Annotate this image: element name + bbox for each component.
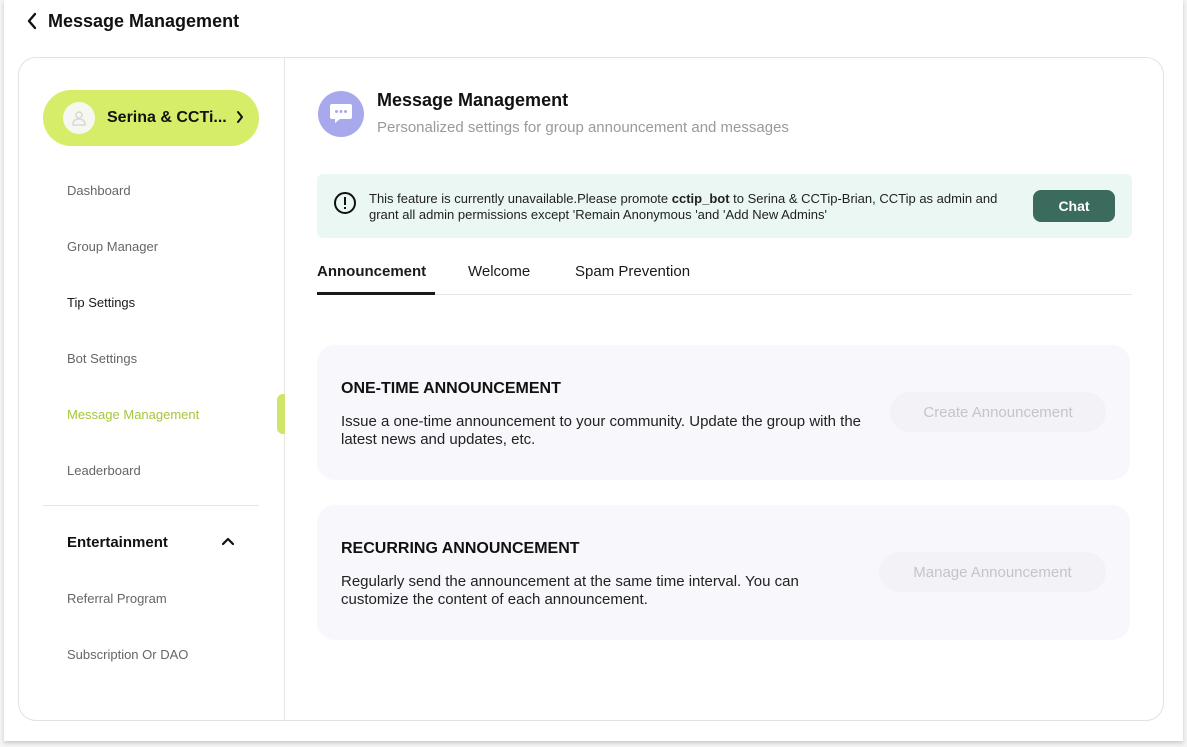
top-bar: Message Management bbox=[22, 8, 239, 34]
create-announcement-button[interactable]: Create Announcement bbox=[890, 392, 1106, 432]
bot-avatar-icon bbox=[72, 111, 86, 126]
warning-icon bbox=[334, 192, 356, 214]
sidebar-item-subscription[interactable]: Subscription Or DAO bbox=[67, 647, 188, 662]
chevron-left-icon bbox=[27, 12, 37, 30]
chat-bubble-icon bbox=[330, 104, 352, 123]
sidebar-section-entertainment[interactable]: Entertainment bbox=[67, 534, 168, 551]
tab-announcement[interactable]: Announcement bbox=[317, 263, 435, 295]
tab-spam-prevention[interactable]: Spam Prevention bbox=[575, 263, 690, 295]
page-title: Message Management bbox=[48, 10, 240, 31]
active-indicator bbox=[277, 394, 285, 434]
warning-banner: This feature is currently unavailable.Pl… bbox=[317, 174, 1132, 238]
tab-welcome[interactable]: Welcome bbox=[468, 263, 530, 295]
group-name: Serina & CCTi... bbox=[107, 109, 227, 126]
group-selector[interactable]: Serina & CCTi... bbox=[43, 90, 259, 146]
banner-text-start: This feature is currently unavailable.Pl… bbox=[369, 191, 672, 206]
sidebar-divider bbox=[43, 505, 259, 506]
sidebar-item-bot-settings[interactable]: Bot Settings bbox=[67, 351, 137, 366]
sidebar: Serina & CCTi... Dashboard Group Manager… bbox=[19, 58, 285, 720]
recurring-announcement-card: RECURRING ANNOUNCEMENT Regularly send th… bbox=[317, 505, 1130, 640]
app-window: Message Management Serina & CCTi... Dash… bbox=[4, 0, 1183, 741]
sidebar-item-tip-settings[interactable]: Tip Settings bbox=[67, 295, 135, 310]
back-button[interactable] bbox=[22, 8, 42, 34]
section-subtitle: Personalized settings for group announce… bbox=[377, 119, 789, 136]
banner-message: This feature is currently unavailable.Pl… bbox=[369, 191, 1019, 223]
sidebar-item-group-manager[interactable]: Group Manager bbox=[67, 239, 158, 254]
chat-button[interactable]: Chat bbox=[1033, 190, 1115, 222]
avatar bbox=[63, 102, 95, 134]
sidebar-item-leaderboard[interactable]: Leaderboard bbox=[67, 463, 141, 478]
chevron-up-icon[interactable] bbox=[220, 535, 236, 547]
sidebar-item-referral-program[interactable]: Referral Program bbox=[67, 591, 167, 606]
card-description: Issue a one-time announcement to your co… bbox=[341, 413, 862, 448]
card-description: Regularly send the announcement at the s… bbox=[341, 573, 799, 608]
bot-name: cctip_bot bbox=[671, 191, 730, 206]
card-title: ONE-TIME ANNOUNCEMENT bbox=[341, 380, 561, 397]
content-card: Serina & CCTi... Dashboard Group Manager… bbox=[18, 57, 1164, 721]
sidebar-item-message-management[interactable]: Message Management bbox=[67, 407, 199, 422]
chevron-right-icon bbox=[237, 111, 243, 123]
section-title: Message Management bbox=[377, 90, 569, 110]
one-time-announcement-card: ONE-TIME ANNOUNCEMENT Issue a one-time a… bbox=[317, 345, 1130, 480]
card-title: RECURRING ANNOUNCEMENT bbox=[341, 540, 580, 557]
main-panel: Message Management Personalized settings… bbox=[285, 58, 1163, 720]
sidebar-item-dashboard[interactable]: Dashboard bbox=[67, 183, 131, 198]
manage-announcement-button[interactable]: Manage Announcement bbox=[879, 552, 1106, 592]
tab-bar: Announcement Welcome Spam Prevention bbox=[317, 263, 1132, 295]
message-icon-badge bbox=[318, 91, 364, 137]
